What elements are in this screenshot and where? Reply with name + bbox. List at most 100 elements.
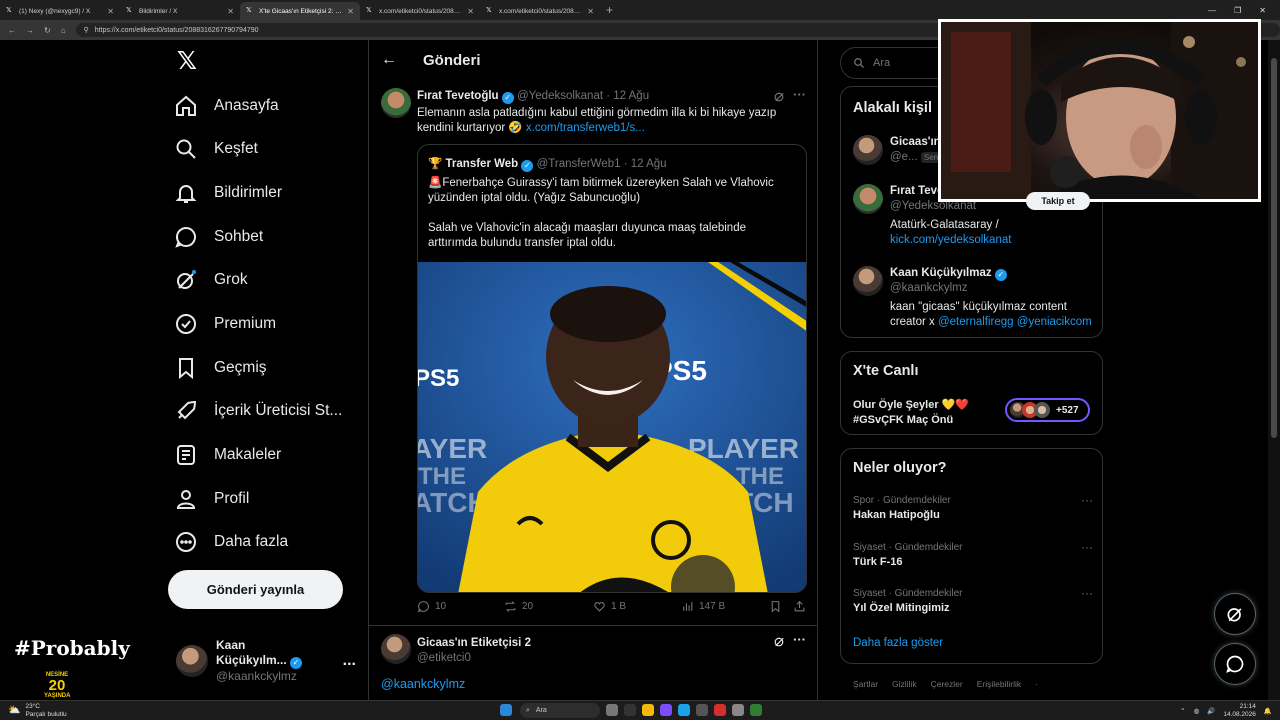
app-icon[interactable]	[732, 704, 744, 716]
sidebar-item-articles[interactable]: Makaleler	[174, 435, 281, 475]
trend-more-icon[interactable]: ···	[1081, 493, 1093, 508]
sidebar-item-premium[interactable]: Premium	[174, 304, 276, 344]
person-bio-link-2[interactable]: @yeniacikcom	[1017, 316, 1092, 328]
start-icon[interactable]	[500, 704, 512, 716]
avatar[interactable]	[381, 634, 411, 664]
app-icon[interactable]	[660, 704, 672, 716]
tray-chevron-icon[interactable]: ⌃	[1180, 707, 1185, 715]
volume-icon[interactable]: 🔊	[1207, 707, 1215, 715]
sidebar-item-explore[interactable]: Keşfet	[174, 129, 258, 169]
footer-cookies-link[interactable]: Çerezler	[931, 679, 963, 689]
tab-close-icon[interactable]: ✕	[347, 7, 354, 16]
quoted-tweet[interactable]: 🏆 Transfer Web ✓ @TransferWeb1 · 12 Ağu …	[417, 144, 807, 593]
browser-tab[interactable]: 𝕏x.com/etiketci0/status/20883163✕	[480, 2, 600, 20]
account-switcher[interactable]: Kaan Küçükyılm... ✓ @kaankckylmz ...	[176, 638, 356, 683]
grok-explain-icon[interactable]	[773, 90, 786, 103]
footer-accessibility-link[interactable]: Erişilebilirlik	[977, 679, 1021, 689]
sidebar-item-chat[interactable]: Sohbet	[174, 217, 263, 257]
chat-icon	[1226, 655, 1244, 673]
tab-close-icon[interactable]: ✕	[227, 7, 234, 16]
x-logo-icon[interactable]: 𝕏	[174, 48, 200, 74]
messages-fab[interactable]	[1214, 643, 1256, 685]
tab-close-icon[interactable]: ✕	[107, 7, 114, 16]
trend-item[interactable]: Siyaset · Gündemdekiler Türk F-16 ···	[853, 540, 1093, 570]
notifications-icon[interactable]: 🔔	[1264, 707, 1272, 715]
browser-tab[interactable]: 𝕏 (1) Nexy (@nexygc9) / X ✕	[0, 2, 120, 20]
sidebar-item-grok[interactable]: Grok	[174, 260, 248, 300]
close-window-icon[interactable]: ✕	[1259, 6, 1266, 15]
sidebar-item-notifications[interactable]: Bildirimler	[174, 173, 282, 213]
weather-widget[interactable]: ⛅ 23°C Parçalı bulutlu	[8, 703, 67, 719]
listener-count: +527	[1056, 404, 1079, 416]
post-button[interactable]: Gönderi yayınla	[168, 570, 343, 609]
follow-button[interactable]: Takip et	[1026, 192, 1090, 210]
browser-tab-active[interactable]: 𝕏X'te Gicaas'ın Etiketçisi 2: "@Yedek✕	[240, 2, 360, 20]
taskbar-search[interactable]: ⌕ Ara	[520, 703, 600, 718]
app-icon[interactable]	[696, 704, 708, 716]
x-favicon-icon: 𝕏	[246, 7, 252, 14]
trend-item[interactable]: Spor · Gündemdekiler Hakan Hatipoğlu ···	[853, 493, 1093, 523]
app-icon[interactable]	[624, 704, 636, 716]
new-tab-button[interactable]: +	[600, 3, 619, 17]
page-scrollbar[interactable]	[1268, 40, 1280, 700]
sidebar-item-home[interactable]: Anasayfa	[174, 86, 279, 126]
browser-tab[interactable]: 𝕏x.com/etiketci0/status/20883163✕	[360, 2, 480, 20]
repost-button[interactable]: 20	[504, 600, 533, 613]
tab-close-icon[interactable]: ✕	[587, 7, 594, 16]
network-icon[interactable]: ◍	[1194, 707, 1200, 715]
back-nav-icon[interactable]: ←	[8, 26, 16, 35]
forward-nav-icon[interactable]: →	[26, 26, 34, 35]
reply-handle[interactable]: @etiketci0	[417, 651, 531, 666]
file-explorer-icon[interactable]	[642, 704, 654, 716]
tab-close-icon[interactable]: ✕	[467, 7, 474, 16]
minimize-icon[interactable]: —	[1208, 6, 1216, 15]
account-more-icon[interactable]: ...	[343, 652, 356, 670]
app-icon[interactable]	[714, 704, 726, 716]
trend-more-icon[interactable]: ···	[1081, 586, 1093, 601]
tweet-date[interactable]: · 12 Ağu	[606, 90, 649, 102]
sidebar-item-more[interactable]: Daha fazla	[174, 522, 288, 562]
footer-privacy-link[interactable]: Gizlilik	[892, 679, 917, 689]
reply-author[interactable]: Gicaas'ın Etiketçisi 2	[417, 636, 531, 651]
chrome-icon[interactable]	[750, 704, 762, 716]
grok-explain-icon[interactable]	[773, 635, 786, 648]
scrollbar-thumb[interactable]	[1271, 58, 1277, 438]
reply-button[interactable]: 10	[417, 600, 446, 613]
show-more-link[interactable]: Daha fazla göster	[853, 637, 943, 649]
like-button[interactable]: 1 B	[593, 600, 626, 613]
footer-separator: ·	[1035, 679, 1038, 689]
live-listeners-pill[interactable]: +527	[1005, 398, 1090, 422]
tweet-handle[interactable]: @Yedeksolkanat	[517, 90, 603, 102]
bookmark-button[interactable]	[769, 600, 782, 613]
reload-icon[interactable]: ↻	[44, 26, 51, 35]
tweet-link[interactable]: x.com/transferweb1/s...	[526, 122, 645, 134]
sponsor-number: 20	[48, 677, 66, 694]
trend-item[interactable]: Siyaset · Gündemdekiler Yıl Özel Mitingi…	[853, 586, 1093, 616]
tweet-more-icon[interactable]: ···	[793, 87, 806, 102]
share-button[interactable]	[793, 600, 806, 613]
footer-terms-link[interactable]: Şartlar	[853, 679, 878, 689]
sidebar-item-creator-studio[interactable]: İçerik Üreticisi St...	[174, 391, 342, 431]
browser-tab[interactable]: 𝕏 Bildirimler / X ✕	[120, 2, 240, 20]
person-bio-link[interactable]: @eternalfiregg	[938, 316, 1014, 328]
quote-photo[interactable]: PS5 PS5 AYER THE ATCH PLAYER THE TCH	[418, 262, 807, 593]
app-icon[interactable]	[606, 704, 618, 716]
sidebar-item-profile[interactable]: Profil	[174, 479, 249, 519]
clock[interactable]: 21:14 14.08.2026	[1223, 703, 1256, 719]
avatar[interactable]	[381, 88, 411, 118]
reply-more-icon[interactable]: ···	[793, 632, 806, 647]
views-button[interactable]: 147 B	[681, 600, 725, 613]
home-nav-icon[interactable]: ⌂	[61, 26, 66, 35]
trend-more-icon[interactable]: ···	[1081, 540, 1093, 555]
site-info-icon[interactable]: ⚲	[84, 26, 89, 34]
sidebar-item-bookmarks[interactable]: Geçmiş	[174, 348, 267, 388]
maximize-icon[interactable]: ❐	[1234, 6, 1241, 15]
person-bio-link[interactable]: kick.com/yedeksolkanat	[890, 233, 1105, 248]
live-event[interactable]: Olur Öyle Şeyler 💛❤️ #GSvÇFK Maç Önü	[853, 398, 969, 428]
grok-fab[interactable]	[1214, 593, 1256, 635]
back-arrow-icon[interactable]: ←	[381, 51, 397, 69]
edge-icon[interactable]	[678, 704, 690, 716]
reply-mention[interactable]: @kaankckylmz	[381, 677, 465, 691]
trend-category: Spor · Gündemdekiler	[853, 495, 951, 506]
tweet-author[interactable]: Fırat Tevetoğlu	[417, 90, 499, 102]
